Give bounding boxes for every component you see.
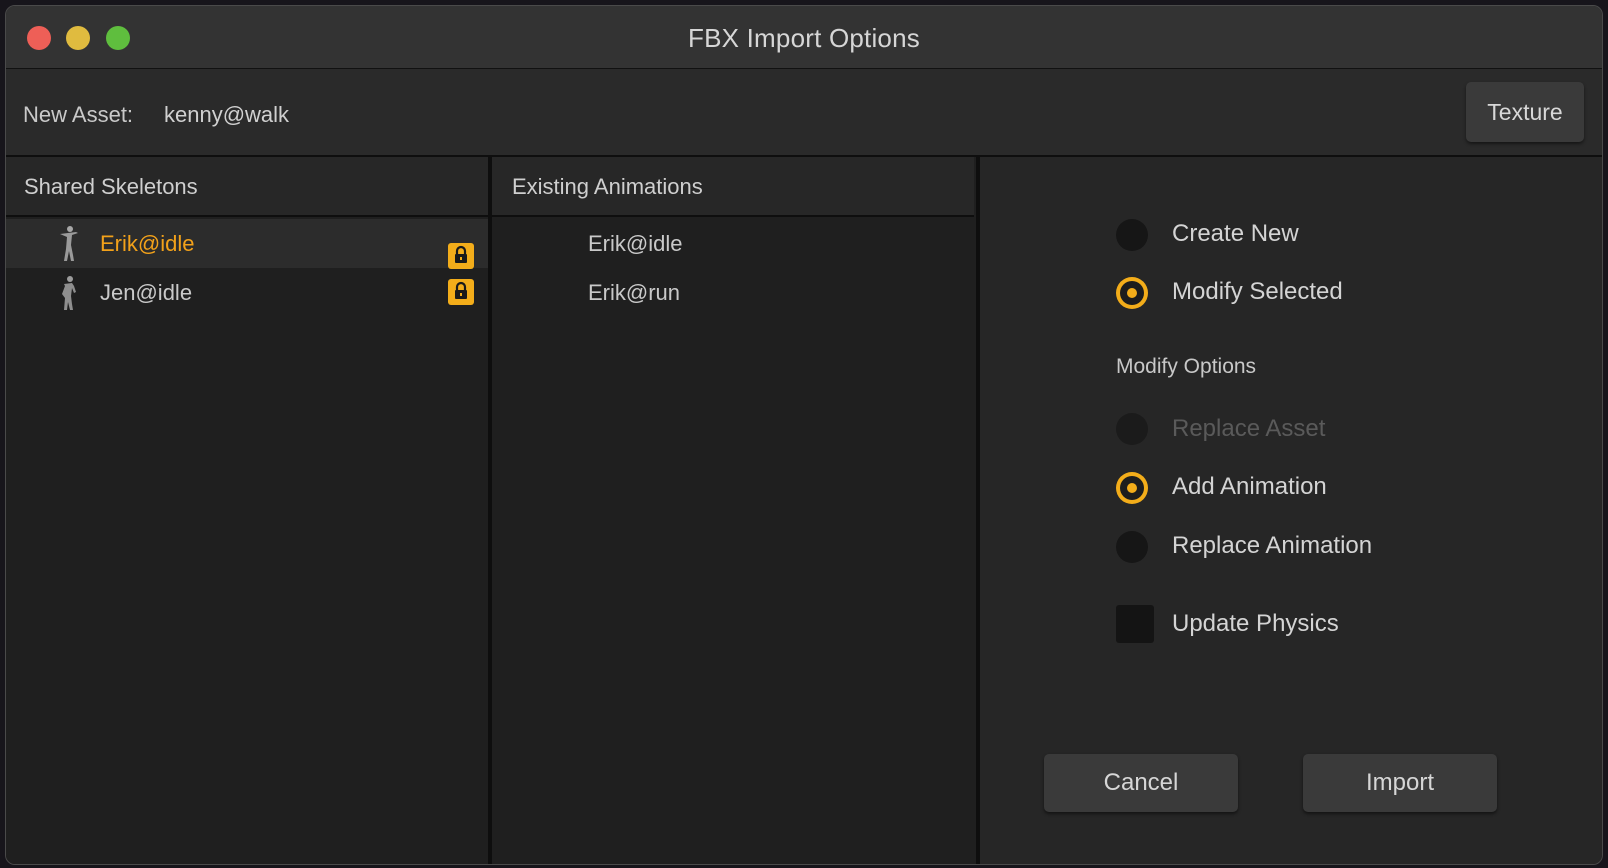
existing-animations-header: Existing Animations (492, 157, 974, 217)
shared-skeletons-panel: Shared Skeletons Erik@idle Jen@idle (6, 157, 488, 864)
animation-row-erik-idle[interactable]: Erik@idle (492, 219, 974, 268)
animation-name: Erik@idle (588, 231, 683, 256)
replace-asset-radio[interactable] (1116, 413, 1148, 445)
lock-icon (448, 243, 474, 269)
cancel-button[interactable]: Cancel (1044, 754, 1238, 812)
add-animation-radio[interactable] (1116, 472, 1148, 504)
animation-name: Erik@run (588, 280, 681, 305)
skeleton-row-erik-idle[interactable]: Erik@idle (6, 219, 488, 269)
title-bar: FBX Import Options (6, 6, 1602, 69)
add-animation-label: Add Animation (1172, 473, 1327, 500)
character-figure-icon (60, 226, 78, 261)
new-asset-name: kenny@walk (164, 102, 290, 127)
skeleton-name: Erik@idle (100, 231, 195, 256)
shared-skeletons-header: Shared Skeletons (6, 157, 488, 217)
new-asset-label: New Asset: (23, 102, 134, 127)
asset-header: New Asset: kenny@walk Texture (6, 69, 1602, 157)
character-figure-icon (62, 276, 76, 310)
create-new-label: Create New (1172, 220, 1299, 247)
existing-animations-title: Existing Animations (512, 174, 703, 199)
replace-animation-radio[interactable] (1116, 531, 1148, 563)
import-dialog: FBX Import Options New Asset: kenny@walk… (5, 5, 1603, 865)
replace-animation-label: Replace Animation (1172, 532, 1373, 559)
modify-selected-radio[interactable] (1116, 277, 1148, 309)
modify-options-heading: Modify Options (1116, 355, 1257, 378)
animation-row-erik-run[interactable]: Erik@run (492, 268, 974, 317)
replace-asset-label: Replace Asset (1172, 415, 1326, 442)
existing-animations-panel: Existing Animations Erik@idle Erik@run (492, 157, 974, 864)
create-new-radio[interactable] (1116, 219, 1148, 251)
shared-skeletons-title: Shared Skeletons (24, 174, 198, 199)
texture-button[interactable]: Texture (1466, 82, 1584, 142)
skeleton-name: Jen@idle (100, 280, 193, 305)
update-physics-checkbox[interactable] (1116, 605, 1154, 643)
modify-selected-label: Modify Selected (1172, 278, 1343, 305)
window-title: FBX Import Options (688, 23, 920, 53)
import-button[interactable]: Import (1303, 754, 1497, 812)
skeleton-row-jen-idle[interactable]: Jen@idle (6, 268, 488, 317)
update-physics-label: Update Physics (1172, 610, 1339, 637)
lock-icon (448, 279, 474, 305)
import-options-panel: Create New Modify Selected Modify Option… (980, 157, 1602, 864)
